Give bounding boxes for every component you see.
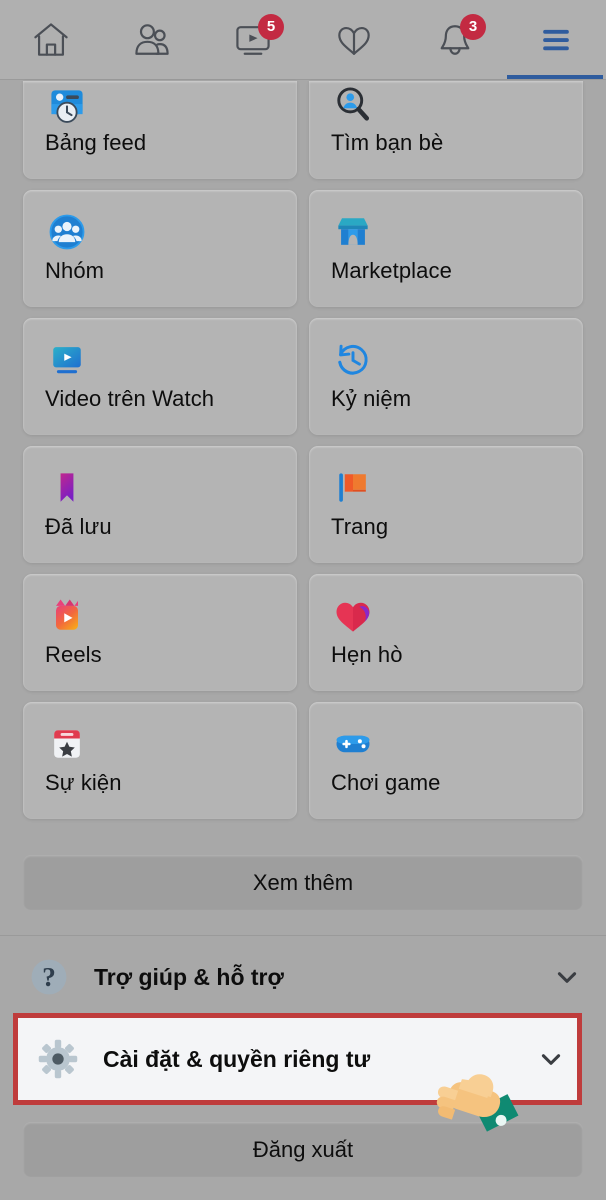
shortcut-card-events[interactable]: Sự kiện [23,702,297,819]
shortcut-label: Nhóm [45,258,105,283]
svg-text:?: ? [42,961,56,992]
shortcut-row: Bảng feed Tìm bạn bè [0,81,606,179]
shortcut-card-gaming[interactable]: Chơi game [309,702,583,819]
shortcut-label: Reels [45,642,102,667]
shortcut-label: Marketplace [331,258,452,283]
groups-icon [45,210,89,254]
help-and-support-label: Trợ giúp & hỗ trợ [94,963,284,990]
shortcut-row: Nhóm Marketplace [0,190,606,307]
saved-bookmark-icon [45,466,89,510]
settings-and-privacy-row[interactable]: Cài đặt & quyền riêng tư [13,1013,582,1105]
logout-button[interactable]: Đăng xuất [23,1122,583,1177]
shortcut-card-dating[interactable]: Hẹn hò [309,574,583,691]
nav-tab-dating[interactable] [303,0,404,80]
shortcut-label: Đã lưu [45,514,112,539]
chevron-down-icon[interactable] [554,964,580,990]
chevron-down-icon[interactable] [538,1046,564,1072]
nav-tab-notifications[interactable]: 3 [404,0,505,80]
nav-tab-watch[interactable]: 5 [202,0,303,80]
shortcut-label: Chơi game [331,770,441,795]
dating-heart-icon [332,18,376,62]
shortcut-card-news-feed[interactable]: Bảng feed [23,81,297,179]
pages-flag-icon [331,466,375,510]
gear-icon [36,1037,80,1081]
hamburger-menu-icon [534,18,578,62]
notifications-badge: 3 [460,14,486,40]
shortcut-card-memories[interactable]: Kỷ niệm [309,318,583,435]
home-icon [29,18,73,62]
reels-icon [45,594,89,638]
shortcut-card-watch-video[interactable]: Video trên Watch [23,318,297,435]
facebook-menu-screen: 5 3 Bảng feed Tìm bạn bè Nhóm Marketplac… [0,0,606,1200]
shortcut-row: Reels Hẹn hò [0,574,606,691]
shortcut-card-groups[interactable]: Nhóm [23,190,297,307]
watch-badge: 5 [258,14,284,40]
help-and-support-row[interactable]: ? Trợ giúp & hỗ trợ [0,938,606,1016]
shortcut-label: Video trên Watch [45,386,215,411]
find-friends-icon [331,83,375,127]
settings-and-privacy-label: Cài đặt & quyền riêng tư [103,1045,371,1072]
gaming-controller-icon [331,722,375,766]
section-divider [0,935,606,936]
shortcut-card-saved[interactable]: Đã lưu [23,446,297,563]
shortcut-label: Bảng feed [45,130,147,155]
nav-tab-home[interactable] [0,0,101,80]
shortcut-label: Kỷ niệm [331,386,412,411]
news-feed-icon [45,83,89,127]
dating-heart-icon [331,594,375,638]
events-calendar-icon [45,722,89,766]
marketplace-icon [331,210,375,254]
top-navigation-bar: 5 3 [0,0,606,80]
shortcut-card-find-friends[interactable]: Tìm bạn bè [309,81,583,179]
question-mark-icon: ? [27,955,71,999]
shortcut-grid: Bảng feed Tìm bạn bè Nhóm Marketplace Vi… [0,81,606,830]
shortcut-label: Hẹn hò [331,642,403,667]
shortcut-row: Sự kiện Chơi game [0,702,606,819]
watch-video-icon [45,338,89,382]
nav-tab-menu[interactable] [505,0,606,80]
see-more-button[interactable]: Xem thêm [23,855,583,910]
friends-icon [130,18,174,62]
shortcut-card-marketplace[interactable]: Marketplace [309,190,583,307]
shortcut-card-reels[interactable]: Reels [23,574,297,691]
menu-tab-active-indicator [507,75,603,80]
shortcut-label: Sự kiện [45,770,122,795]
nav-tab-friends[interactable] [101,0,202,80]
shortcut-label: Tìm bạn bè [331,130,444,155]
shortcut-label: Trang [331,514,389,539]
shortcut-card-pages[interactable]: Trang [309,446,583,563]
memories-icon [331,338,375,382]
shortcut-row: Video trên Watch Kỷ niệm [0,318,606,435]
shortcut-row: Đã lưu Trang [0,446,606,563]
